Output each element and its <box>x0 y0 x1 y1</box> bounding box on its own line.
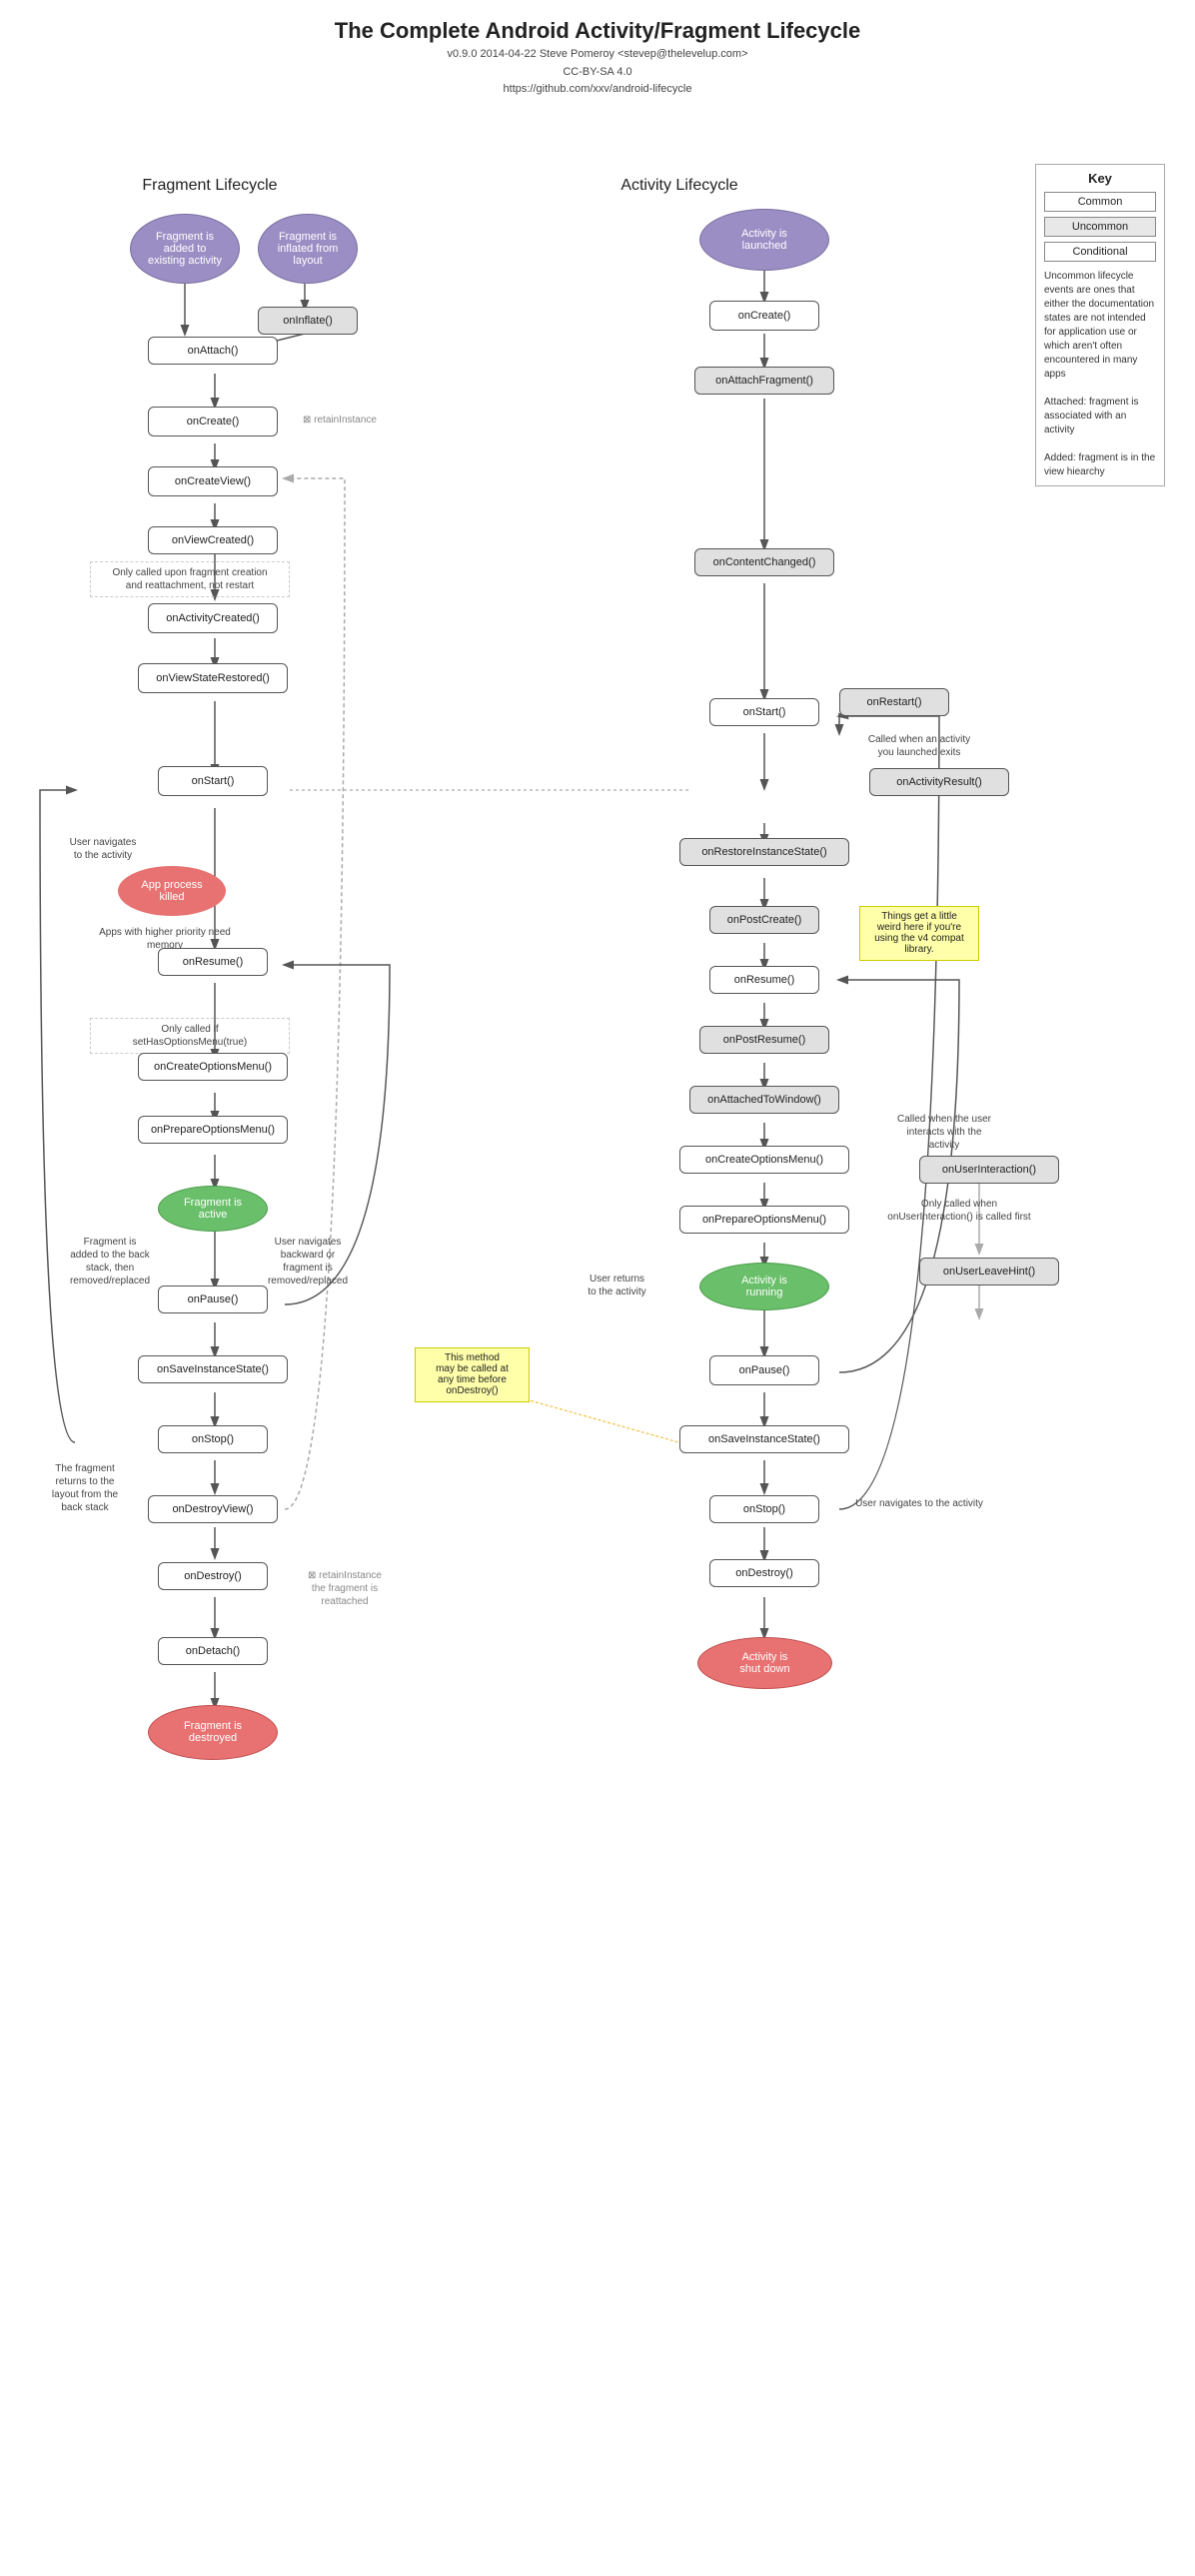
activity-onAttachFragment: onAttachFragment() <box>694 367 834 395</box>
activity-this-method-note: This method may be called at any time be… <box>415 1347 530 1402</box>
fragment-onViewCreated: onViewCreated() <box>148 526 278 554</box>
fragment-onAttach: onAttach() <box>148 337 278 365</box>
key-common: Common <box>1044 192 1156 212</box>
page-subtitle: v0.9.0 2014-04-22 Steve Pomeroy <stevep@… <box>0 46 1195 109</box>
activity-onRestart: onRestart() <box>839 688 949 716</box>
note-only-called-if: Only called if setHasOptionsMenu(true) <box>90 1018 290 1054</box>
fragment-lifecycle-header: Fragment Lifecycle <box>60 177 360 195</box>
activity-only-called-when: Only called when onUserInteraction() is … <box>879 1198 1039 1224</box>
activity-onPause: onPause() <box>709 1355 819 1385</box>
fragment-onSaveInstanceState: onSaveInstanceState() <box>138 1355 288 1383</box>
note-only-called-upon: Only called upon fragment creation and r… <box>90 561 290 597</box>
fragment-onResume: onResume() <box>158 948 268 976</box>
activity-launched: Activity is launched <box>699 209 829 271</box>
key-conditional: Conditional <box>1044 242 1156 262</box>
fragment-start2: Fragment is inflated from layout <box>258 214 358 284</box>
activity-onResume: onResume() <box>709 966 819 994</box>
fragment-user-navigates: User navigates to the activity <box>48 836 158 862</box>
activity-user-returns: User returns to the activity <box>560 1273 674 1298</box>
fragment-onDetach: onDetach() <box>158 1637 268 1665</box>
activity-onPrepareOptionsMenu: onPrepareOptionsMenu() <box>679 1206 849 1234</box>
activity-onPostCreate: onPostCreate() <box>709 906 819 934</box>
activity-called-when: Called when an activity you launched exi… <box>849 733 989 759</box>
fragment-onCreateOptionsMenu: onCreateOptionsMenu() <box>138 1053 288 1081</box>
activity-onPostResume: onPostResume() <box>699 1026 829 1054</box>
fragment-onPause: onPause() <box>158 1286 268 1313</box>
note-user-navigates-backward: User navigates backward or fragment is r… <box>248 1236 368 1288</box>
activity-onDestroy: onDestroy() <box>709 1559 819 1587</box>
activity-onStop: onStop() <box>709 1495 819 1523</box>
fragment-onPrepareOptionsMenu: onPrepareOptionsMenu() <box>138 1116 288 1144</box>
activity-onRestoreInstanceState: onRestoreInstanceState() <box>679 838 849 866</box>
activity-onUserLeaveHint: onUserLeaveHint() <box>919 1258 1059 1286</box>
activity-called-when-user: Called when the user interacts with the … <box>879 1113 1009 1152</box>
fragment-onDestroy: onDestroy() <box>158 1562 268 1590</box>
note-fragment-added: Fragment is added to the back stack, the… <box>50 1236 170 1288</box>
fragment-onActivityCreated: onActivityCreated() <box>148 603 278 633</box>
activity-lifecycle-header: Activity Lifecycle <box>530 177 829 195</box>
fragment-onCreateView: onCreateView() <box>148 466 278 496</box>
activity-onCreate: onCreate() <box>709 301 819 331</box>
activity-user-navigates-stop: User navigates to the activity <box>854 1497 984 1510</box>
key-title: Key <box>1044 171 1156 186</box>
fragment-onViewStateRestored: onViewStateRestored() <box>138 663 288 693</box>
activity-onContentChanged: onContentChanged() <box>694 548 834 576</box>
fragment-start1: Fragment is added to existing activity <box>130 214 240 284</box>
activity-onCreateOptionsMenu: onCreateOptionsMenu() <box>679 1146 849 1174</box>
fragment-onInflate: onInflate() <box>258 307 358 335</box>
retain-instance-1: ⊠ retainInstance <box>285 414 395 427</box>
activity-onActivityResult: onActivityResult() <box>869 768 1009 796</box>
fragment-onCreate: onCreate() <box>148 407 278 436</box>
activity-running: Activity is running <box>699 1263 829 1310</box>
activity-onAttachedToWindow: onAttachedToWindow() <box>689 1086 839 1114</box>
note-fragment-returns: The fragment returns to the layout from … <box>30 1462 140 1514</box>
fragment-destroyed: Fragment is destroyed <box>148 1705 278 1760</box>
activity-onSaveInstanceState: onSaveInstanceState() <box>679 1425 849 1453</box>
activity-onStart: onStart() <box>709 698 819 726</box>
key-uncommon: Uncommon <box>1044 217 1156 237</box>
app-process-killed: App process killed <box>118 866 226 916</box>
retain-instance-2: ⊠ retainInstance the fragment is reattac… <box>285 1569 405 1608</box>
activity-shut-down: Activity is shut down <box>697 1637 832 1689</box>
activity-things-weird: Things get a little weird here if you're… <box>859 906 979 961</box>
fragment-onStop: onStop() <box>158 1425 268 1453</box>
fragment-active: Fragment is active <box>158 1186 268 1232</box>
diagram-area: Fragment Lifecycle Activity Lifecycle Ke… <box>0 109 1195 2576</box>
activity-onUserInteraction: onUserInteraction() <box>919 1156 1059 1184</box>
key-box: Key Common Uncommon Conditional Uncommon… <box>1035 164 1165 486</box>
fragment-onDestroyView: onDestroyView() <box>148 1495 278 1523</box>
fragment-onStart: onStart() <box>158 766 268 796</box>
page-title: The Complete Android Activity/Fragment L… <box>0 0 1195 46</box>
key-note: Uncommon lifecycle events are ones that … <box>1044 270 1156 479</box>
